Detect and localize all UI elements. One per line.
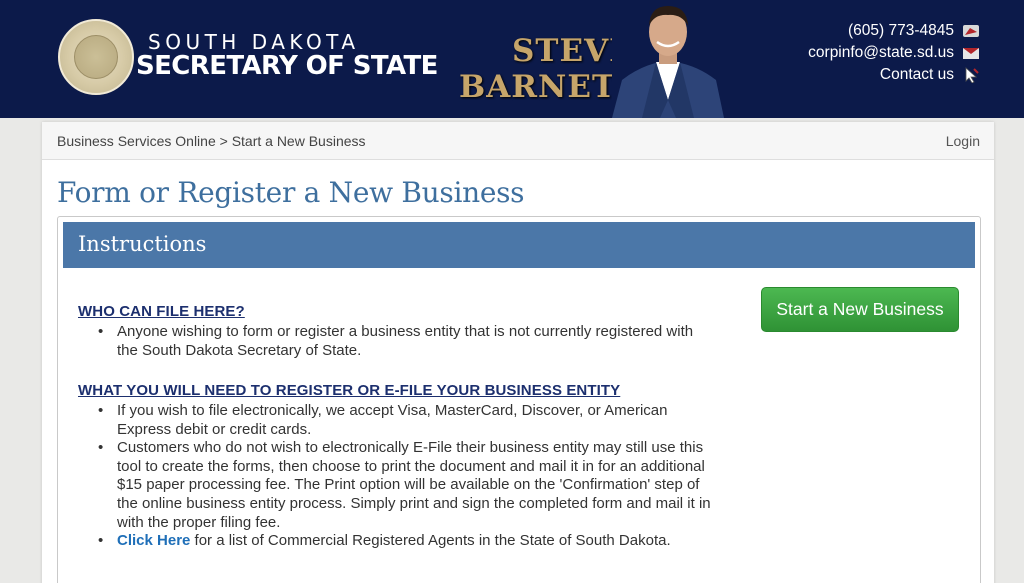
list-item: Customers who do not wish to electronica… bbox=[98, 439, 718, 532]
official-portrait-image bbox=[612, 0, 724, 118]
list-item: If you wish to file electronically, we a… bbox=[98, 402, 718, 439]
instructions-panel: Instructions Start a New Business WHO CA… bbox=[57, 216, 981, 583]
phone-text[interactable]: (605) 773-4845 bbox=[848, 22, 954, 39]
state-seal-logo[interactable] bbox=[58, 19, 134, 95]
contact-text[interactable]: Contact us bbox=[880, 66, 954, 83]
contact-phone[interactable]: (605) 773-4845 bbox=[720, 22, 980, 40]
agents-link-suffix: for a list of Commercial Registered Agen… bbox=[190, 532, 671, 550]
click-here-link[interactable]: Click Here bbox=[117, 532, 190, 549]
seal-emblem-icon bbox=[74, 35, 118, 79]
who-can-file-list: Anyone wishing to form or register a bus… bbox=[98, 323, 718, 360]
contact-us-link[interactable]: Contact us bbox=[720, 66, 980, 84]
site-header: SOUTH DAKOTA SECRETARY OF STATE STEVE BA… bbox=[0, 0, 1024, 118]
breadcrumb[interactable]: Business Services Online > Start a New B… bbox=[57, 133, 366, 149]
email-icon[interactable] bbox=[962, 45, 980, 61]
page-title: Form or Register a New Business bbox=[57, 176, 525, 209]
org-name-line2: SECRETARY OF STATE bbox=[136, 51, 438, 81]
breadcrumb-bar: Business Services Online > Start a New B… bbox=[42, 122, 994, 160]
who-can-file-heading: WHO CAN FILE HERE? bbox=[78, 303, 245, 320]
list-item: Anyone wishing to form or register a bus… bbox=[98, 323, 718, 360]
panel-header: Instructions bbox=[63, 222, 975, 268]
login-link[interactable]: Login bbox=[946, 133, 980, 149]
what-you-need-list: If you wish to file electronically, we a… bbox=[98, 402, 718, 551]
main-content: Business Services Online > Start a New B… bbox=[42, 122, 994, 583]
phone-icon[interactable] bbox=[962, 23, 980, 39]
list-item-agents: Click Here for a list of Commercial Regi… bbox=[98, 532, 718, 551]
email-text[interactable]: corpinfo@state.sd.us bbox=[808, 44, 954, 61]
panel-title: Instructions bbox=[78, 232, 207, 256]
contact-pointer-icon[interactable] bbox=[962, 67, 980, 83]
what-you-need-heading: WHAT YOU WILL NEED TO REGISTER OR E-FILE… bbox=[78, 382, 621, 399]
contact-email[interactable]: corpinfo@state.sd.us bbox=[720, 44, 980, 62]
start-new-business-button[interactable]: Start a New Business bbox=[761, 287, 959, 332]
